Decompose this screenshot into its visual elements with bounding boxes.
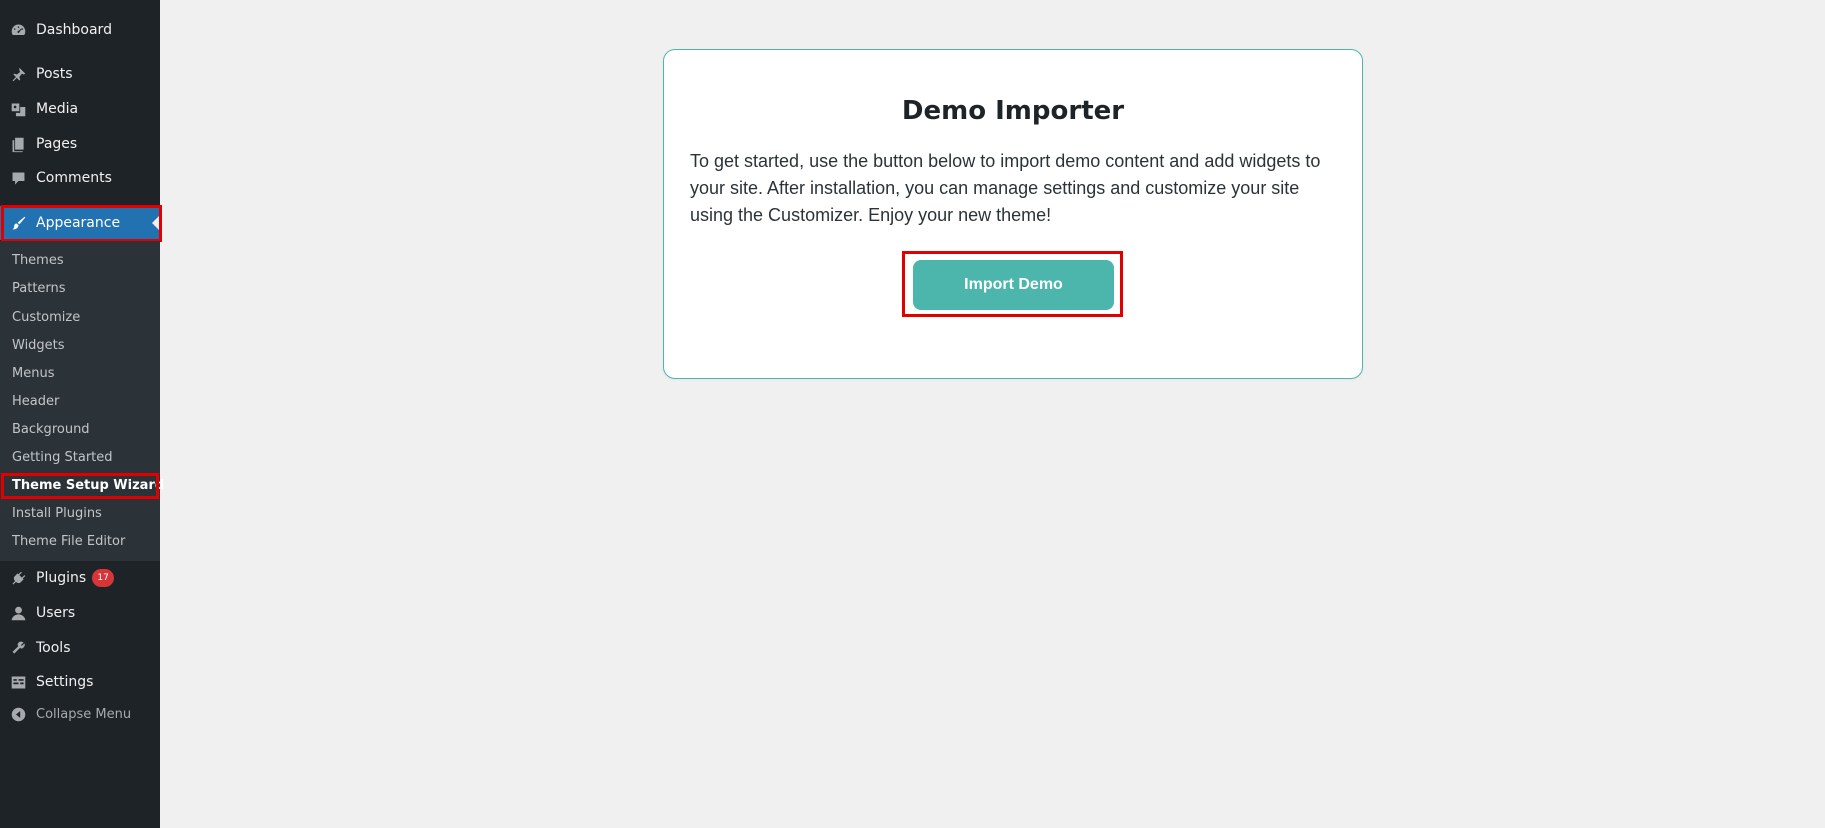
page-title: Demo Importer (901, 96, 1125, 126)
menu-label: Users (36, 605, 76, 621)
submenu-item-widgets[interactable]: Widgets (0, 332, 160, 360)
wrench-icon (0, 638, 36, 658)
menu-item-pages[interactable]: Pages (0, 133, 160, 155)
menu-item-comments[interactable]: Comments (0, 167, 160, 189)
pages-icon (0, 134, 36, 154)
submenu-item-theme-file-editor[interactable]: Theme File Editor (0, 528, 160, 556)
menu-label: Media (36, 101, 79, 117)
menu-label: Appearance (36, 215, 121, 231)
menu-item-appearance[interactable]: Appearance (0, 206, 160, 240)
menu-item-settings[interactable]: Settings (0, 671, 160, 693)
demo-importer-card: Demo Importer To get started, use the bu… (663, 49, 1363, 379)
submenu-item-customize[interactable]: Customize (0, 304, 160, 332)
menu-label: Settings (36, 674, 94, 690)
menu-item-users[interactable]: Users (0, 602, 160, 624)
submenu-item-install-plugins[interactable]: Install Plugins (0, 500, 160, 528)
pin-icon (0, 64, 36, 84)
menu-item-dashboard[interactable]: Dashboard (0, 19, 160, 41)
admin-sidebar: Dashboard Posts Media Pages Comments App… (0, 0, 164, 828)
menu-item-tools[interactable]: Tools (0, 637, 160, 659)
menu-label: Plugins (36, 570, 87, 586)
submenu-item-theme-setup-wizard[interactable]: Theme Setup Wizard (0, 472, 164, 500)
submenu-item-background[interactable]: Background (0, 416, 160, 444)
submenu-item-patterns[interactable]: Patterns (0, 275, 160, 303)
media-icon (0, 99, 36, 119)
appearance-submenu: Themes Patterns Customize Widgets Menus … (0, 241, 164, 561)
menu-label: Pages (36, 136, 78, 152)
plugin-icon (0, 568, 36, 588)
intro-text: To get started, use the button below to … (690, 151, 1321, 225)
collapse-arrow-icon (0, 704, 36, 724)
import-demo-button[interactable]: Import Demo (913, 260, 1114, 310)
submenu-item-header[interactable]: Header (0, 388, 160, 416)
paintbrush-icon (0, 213, 36, 233)
menu-label: Posts (36, 66, 73, 82)
submenu-item-menus[interactable]: Menus (0, 360, 160, 388)
collapse-menu-button[interactable]: Collapse Menu (0, 703, 160, 725)
dashboard-icon (0, 20, 36, 40)
comments-icon (0, 168, 36, 188)
menu-item-plugins[interactable]: Plugins 17 (0, 567, 160, 589)
users-icon (0, 603, 36, 623)
plugins-update-badge: 17 (92, 569, 115, 587)
current-menu-arrow-icon (152, 215, 160, 231)
collapse-label: Collapse Menu (36, 706, 132, 722)
menu-item-posts[interactable]: Posts (0, 63, 160, 85)
submenu-item-getting-started[interactable]: Getting Started (0, 444, 160, 472)
menu-label: Tools (36, 640, 71, 656)
menu-item-media[interactable]: Media (0, 98, 160, 120)
menu-label: Dashboard (36, 22, 112, 38)
settings-icon (0, 672, 36, 692)
menu-label: Comments (36, 170, 112, 186)
submenu-item-themes[interactable]: Themes (0, 247, 160, 275)
